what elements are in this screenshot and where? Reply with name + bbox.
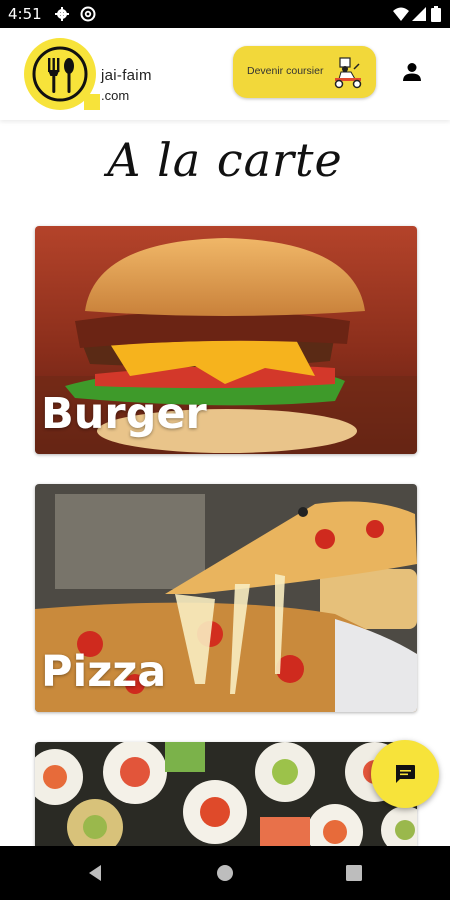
status-bar: 4:51 — [0, 0, 450, 28]
category-label: Burger — [41, 389, 207, 439]
delivery-scooter-icon — [334, 57, 362, 89]
logo-text: jai-faim — [101, 67, 152, 84]
page-title: A la carte — [107, 133, 343, 187]
category-card-sushi[interactable] — [35, 742, 417, 846]
gear-icon — [55, 7, 69, 21]
back-icon[interactable] — [87, 864, 103, 882]
become-courier-button[interactable]: Devenir coursier — [233, 46, 376, 98]
logo-circle — [24, 38, 96, 110]
category-card-pizza[interactable]: Pizza — [35, 484, 417, 712]
battery-icon — [431, 6, 441, 22]
user-icon[interactable] — [401, 61, 423, 83]
home-icon[interactable] — [216, 864, 234, 882]
at-icon — [80, 6, 96, 22]
become-courier-label: Devenir coursier — [247, 65, 324, 77]
category-label: Pizza — [41, 647, 167, 697]
recents-icon[interactable] — [346, 865, 362, 881]
category-card-burger[interactable]: Burger — [35, 226, 417, 454]
fork-spoon-icon — [32, 46, 88, 102]
signal-icon — [412, 7, 426, 21]
app-header: jai-faim .com Devenir coursier — [0, 28, 450, 120]
system-nav-bar — [0, 846, 450, 900]
status-time: 4:51 — [8, 5, 42, 23]
chat-icon — [396, 765, 415, 783]
wifi-icon — [393, 7, 409, 21]
logo-domain: .com — [101, 88, 130, 103]
sushi-image — [35, 742, 417, 846]
chat-button[interactable] — [371, 740, 439, 808]
